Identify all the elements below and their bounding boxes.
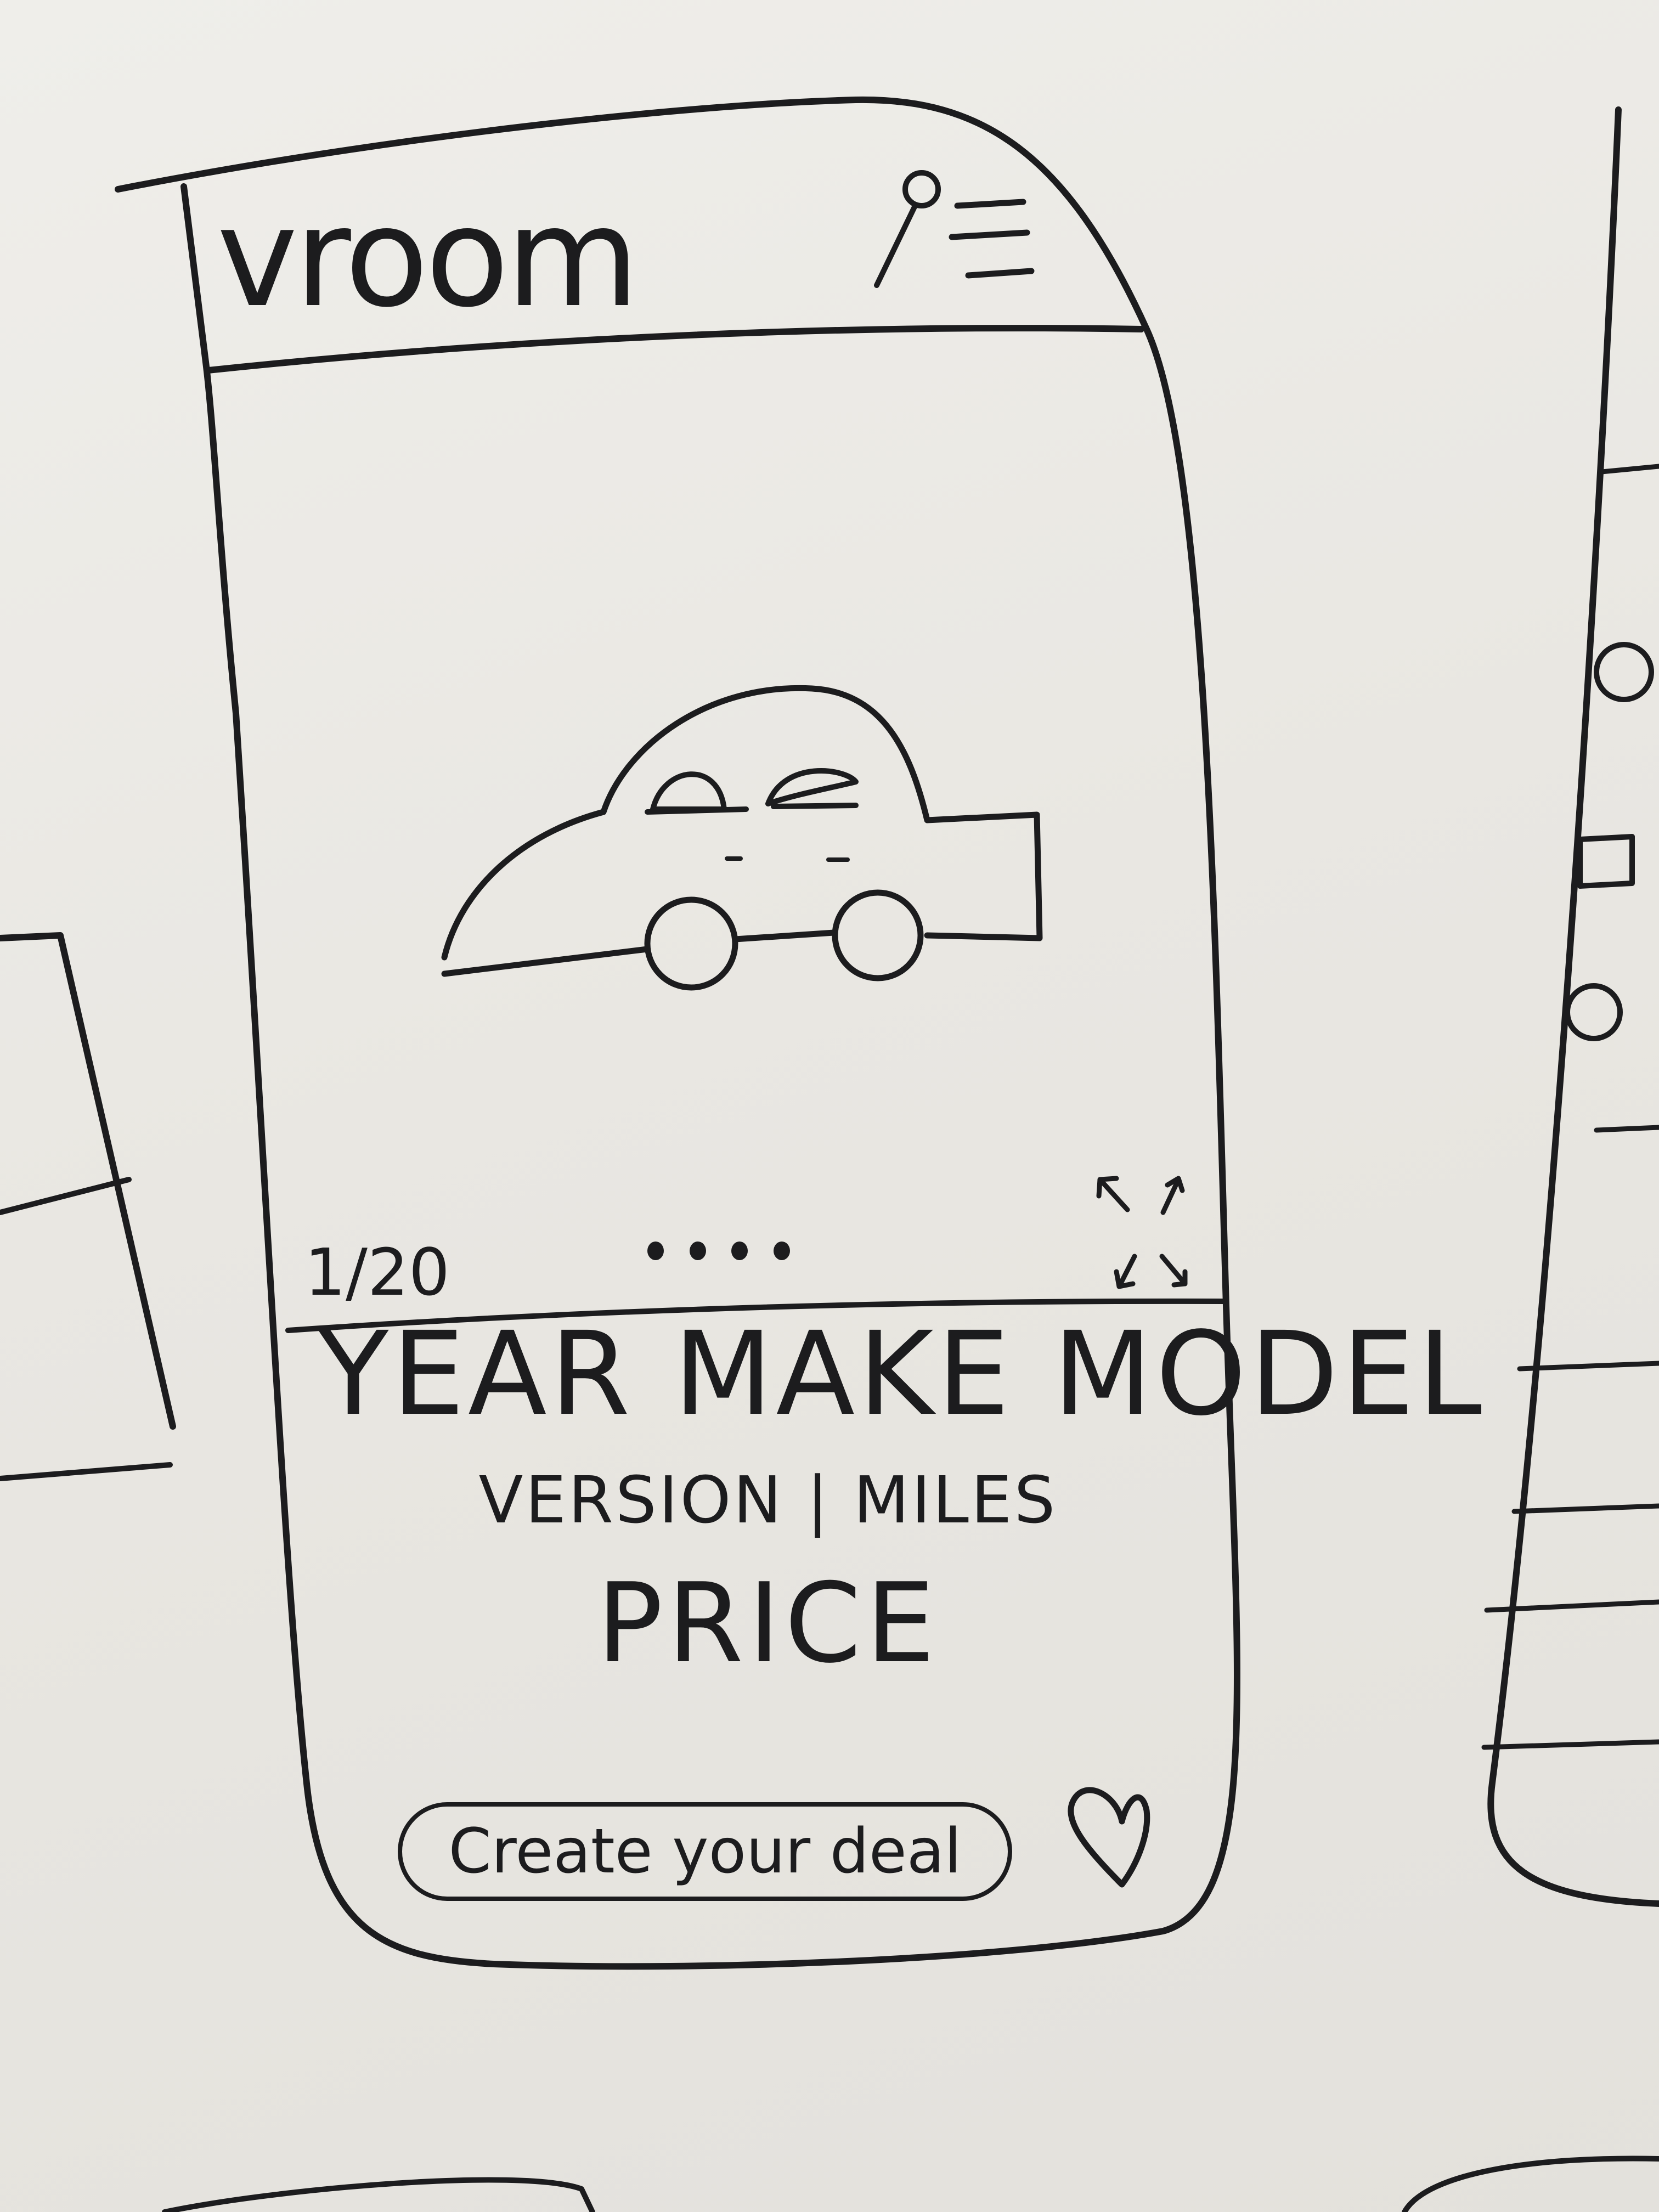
carousel-dot[interactable] [773, 1242, 790, 1260]
car-icon [441, 685, 1043, 991]
bottom-right-neighbor-frame [1402, 2155, 1659, 2212]
bottom-left-neighbor-frame [162, 2177, 595, 2212]
image-counter: 1/20 [304, 1234, 450, 1310]
expand-arrows-icon[interactable] [1096, 1176, 1188, 1289]
heart-icon[interactable] [1068, 1787, 1150, 1888]
listing-subline: VERSION | MILES [478, 1462, 1058, 1538]
right-neighbor-frame [1481, 106, 1659, 1907]
app-title: vroom [217, 178, 640, 337]
carousel-dot[interactable] [689, 1242, 706, 1260]
hamburger-menu-icon[interactable] [949, 199, 1035, 279]
location-pin-icon[interactable] [874, 170, 941, 288]
listing-price: PRICE [596, 1560, 940, 1688]
create-deal-button-label: Create your deal [448, 1816, 962, 1887]
carousel-dots[interactable] [647, 1237, 790, 1265]
carousel-dot[interactable] [647, 1242, 664, 1260]
listing-headline: YEAR MAKE MODEL [318, 1307, 1486, 1441]
create-deal-button[interactable]: Create your deal [398, 1802, 1012, 1901]
carousel-dot[interactable] [731, 1242, 748, 1260]
left-neighbor-frame [0, 932, 176, 1481]
